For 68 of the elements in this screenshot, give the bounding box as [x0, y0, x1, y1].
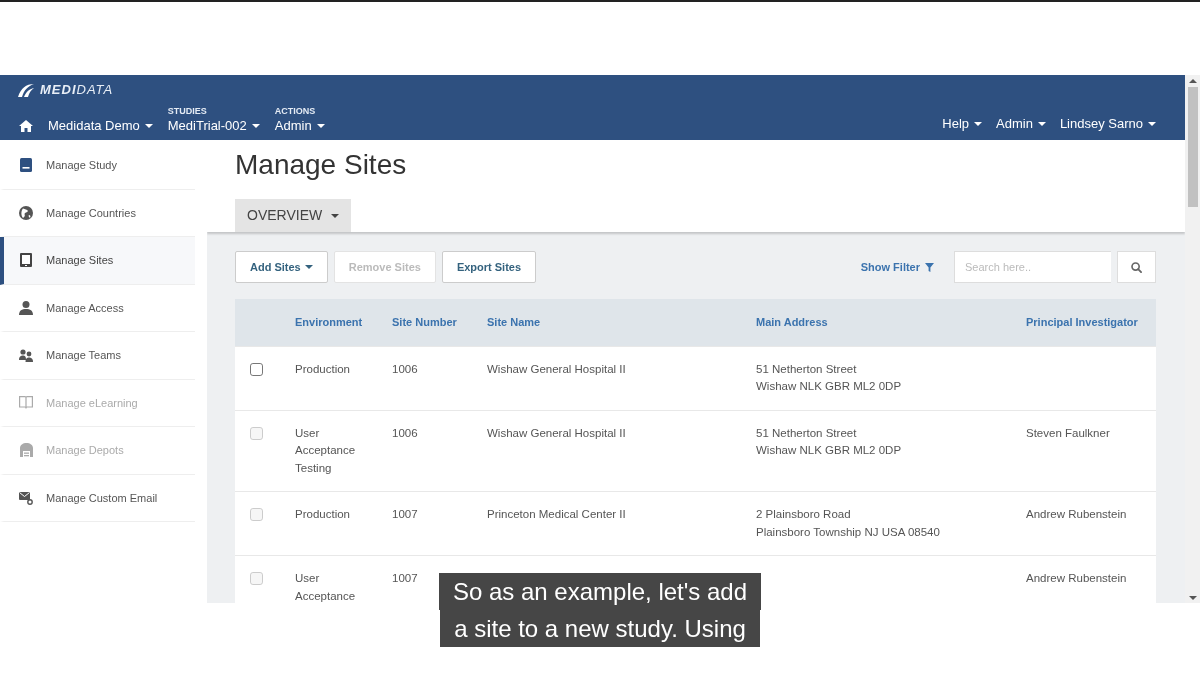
scroll-up-icon[interactable] — [1188, 79, 1197, 83]
caret-icon — [974, 122, 982, 126]
table-cell-text: User Acceptance — [295, 571, 357, 603]
caret-icon — [1037, 122, 1046, 126]
logo-mark-icon — [17, 82, 35, 98]
table-cell-text: Andrew Rubenstein — [1026, 571, 1127, 586]
nav-menu-button[interactable]: Admin — [996, 115, 1046, 133]
show-filter-link[interactable]: Show Filter — [860, 258, 934, 276]
table-cell-text: Princeton Medical Center II — [487, 507, 626, 522]
sidebar-item[interactable]: Manage Teams — [0, 332, 195, 380]
logo-text: MEDIDATA — [40, 82, 114, 98]
sidebar-item[interactable]: Manage Sites — [0, 237, 195, 285]
person-icon — [19, 300, 33, 315]
toolbar-button[interactable]: Export Sites — [441, 251, 537, 283]
column-header[interactable]: Principal Investigator — [1016, 299, 1156, 346]
globe-icon — [19, 205, 33, 220]
caret-icon — [144, 124, 153, 128]
table-cell-text: 51 Netherton Street Wishaw NLK GBR ML2 0DP — [756, 361, 902, 394]
table-cell-text: Steven Faulkner — [1026, 425, 1110, 441]
table-cell-text: 1006 — [392, 425, 418, 441]
caret-icon — [251, 124, 260, 128]
open-book-icon — [19, 396, 33, 410]
table-cell-text: Production — [295, 507, 350, 522]
table-cell-text: Wishaw General Hospital II — [487, 425, 626, 441]
sidebar-item[interactable]: Manage Access — [0, 284, 195, 332]
nav-caption: STUDIES — [167, 106, 207, 116]
row-checkbox[interactable] — [250, 362, 263, 376]
page-title: Manage Sites — [235, 148, 407, 182]
warehouse-icon — [19, 443, 33, 458]
nav-menu-button[interactable]: MediTrial-002 — [167, 117, 260, 135]
table-cell-text: 1006 — [392, 361, 418, 377]
view-tab[interactable]: OVERVIEW — [235, 199, 352, 232]
search-icon — [1131, 261, 1142, 273]
envelope-icon — [19, 490, 33, 505]
table-cell-text: Andrew Rubenstein — [1026, 507, 1127, 522]
scrollbar-track[interactable] — [1185, 75, 1200, 603]
nav-menu-button[interactable]: Lindsey Sarno — [1059, 115, 1156, 133]
tablet-icon — [20, 253, 32, 268]
table-cell-text: 51 Netherton Street Wishaw NLK GBR ML2 0DP — [756, 425, 902, 458]
table-cell-text: 2 Plainsboro Road Plainsboro Township NJ USA 08540 — [756, 507, 940, 540]
table-cell-text: Production — [295, 361, 350, 377]
home-icon[interactable] — [19, 120, 33, 132]
table-cell-text: 1007 — [392, 507, 418, 522]
table-cell-text: 1007 — [392, 571, 418, 586]
caret-icon — [1148, 122, 1156, 126]
sidebar-item[interactable]: Manage Custom Email — [0, 474, 195, 522]
filter-icon — [925, 262, 934, 272]
caret-icon — [316, 124, 325, 128]
sidebar-item[interactable]: Manage Study — [0, 142, 195, 190]
nav-menu-button[interactable]: Help — [942, 115, 982, 133]
column-header[interactable]: Main Address — [746, 299, 1016, 346]
nav-menu-button[interactable]: Admin — [274, 117, 325, 135]
nav-caption: ACTIONS — [274, 106, 316, 116]
column-header[interactable]: Site Name — [477, 299, 746, 346]
column-header[interactable]: Environment — [285, 299, 382, 346]
scrollbar-thumb[interactable] — [1187, 87, 1198, 207]
people-icon — [19, 348, 33, 363]
table-cell-text: Wishaw General Hospital II — [487, 361, 626, 377]
caret-icon — [304, 265, 313, 269]
dropdown-button[interactable]: Add Sites — [235, 251, 328, 283]
nav-menu-button[interactable]: Medidata Demo — [48, 117, 153, 135]
caret-icon — [331, 213, 340, 218]
book-icon — [20, 158, 32, 173]
search-button[interactable] — [1117, 251, 1156, 283]
table-cell-text: User Acceptance Testing — [295, 425, 357, 476]
scroll-down-icon[interactable] — [1188, 596, 1197, 600]
search-field[interactable]: Search here.. — [954, 251, 1111, 283]
column-header[interactable]: Site Number — [382, 299, 477, 346]
